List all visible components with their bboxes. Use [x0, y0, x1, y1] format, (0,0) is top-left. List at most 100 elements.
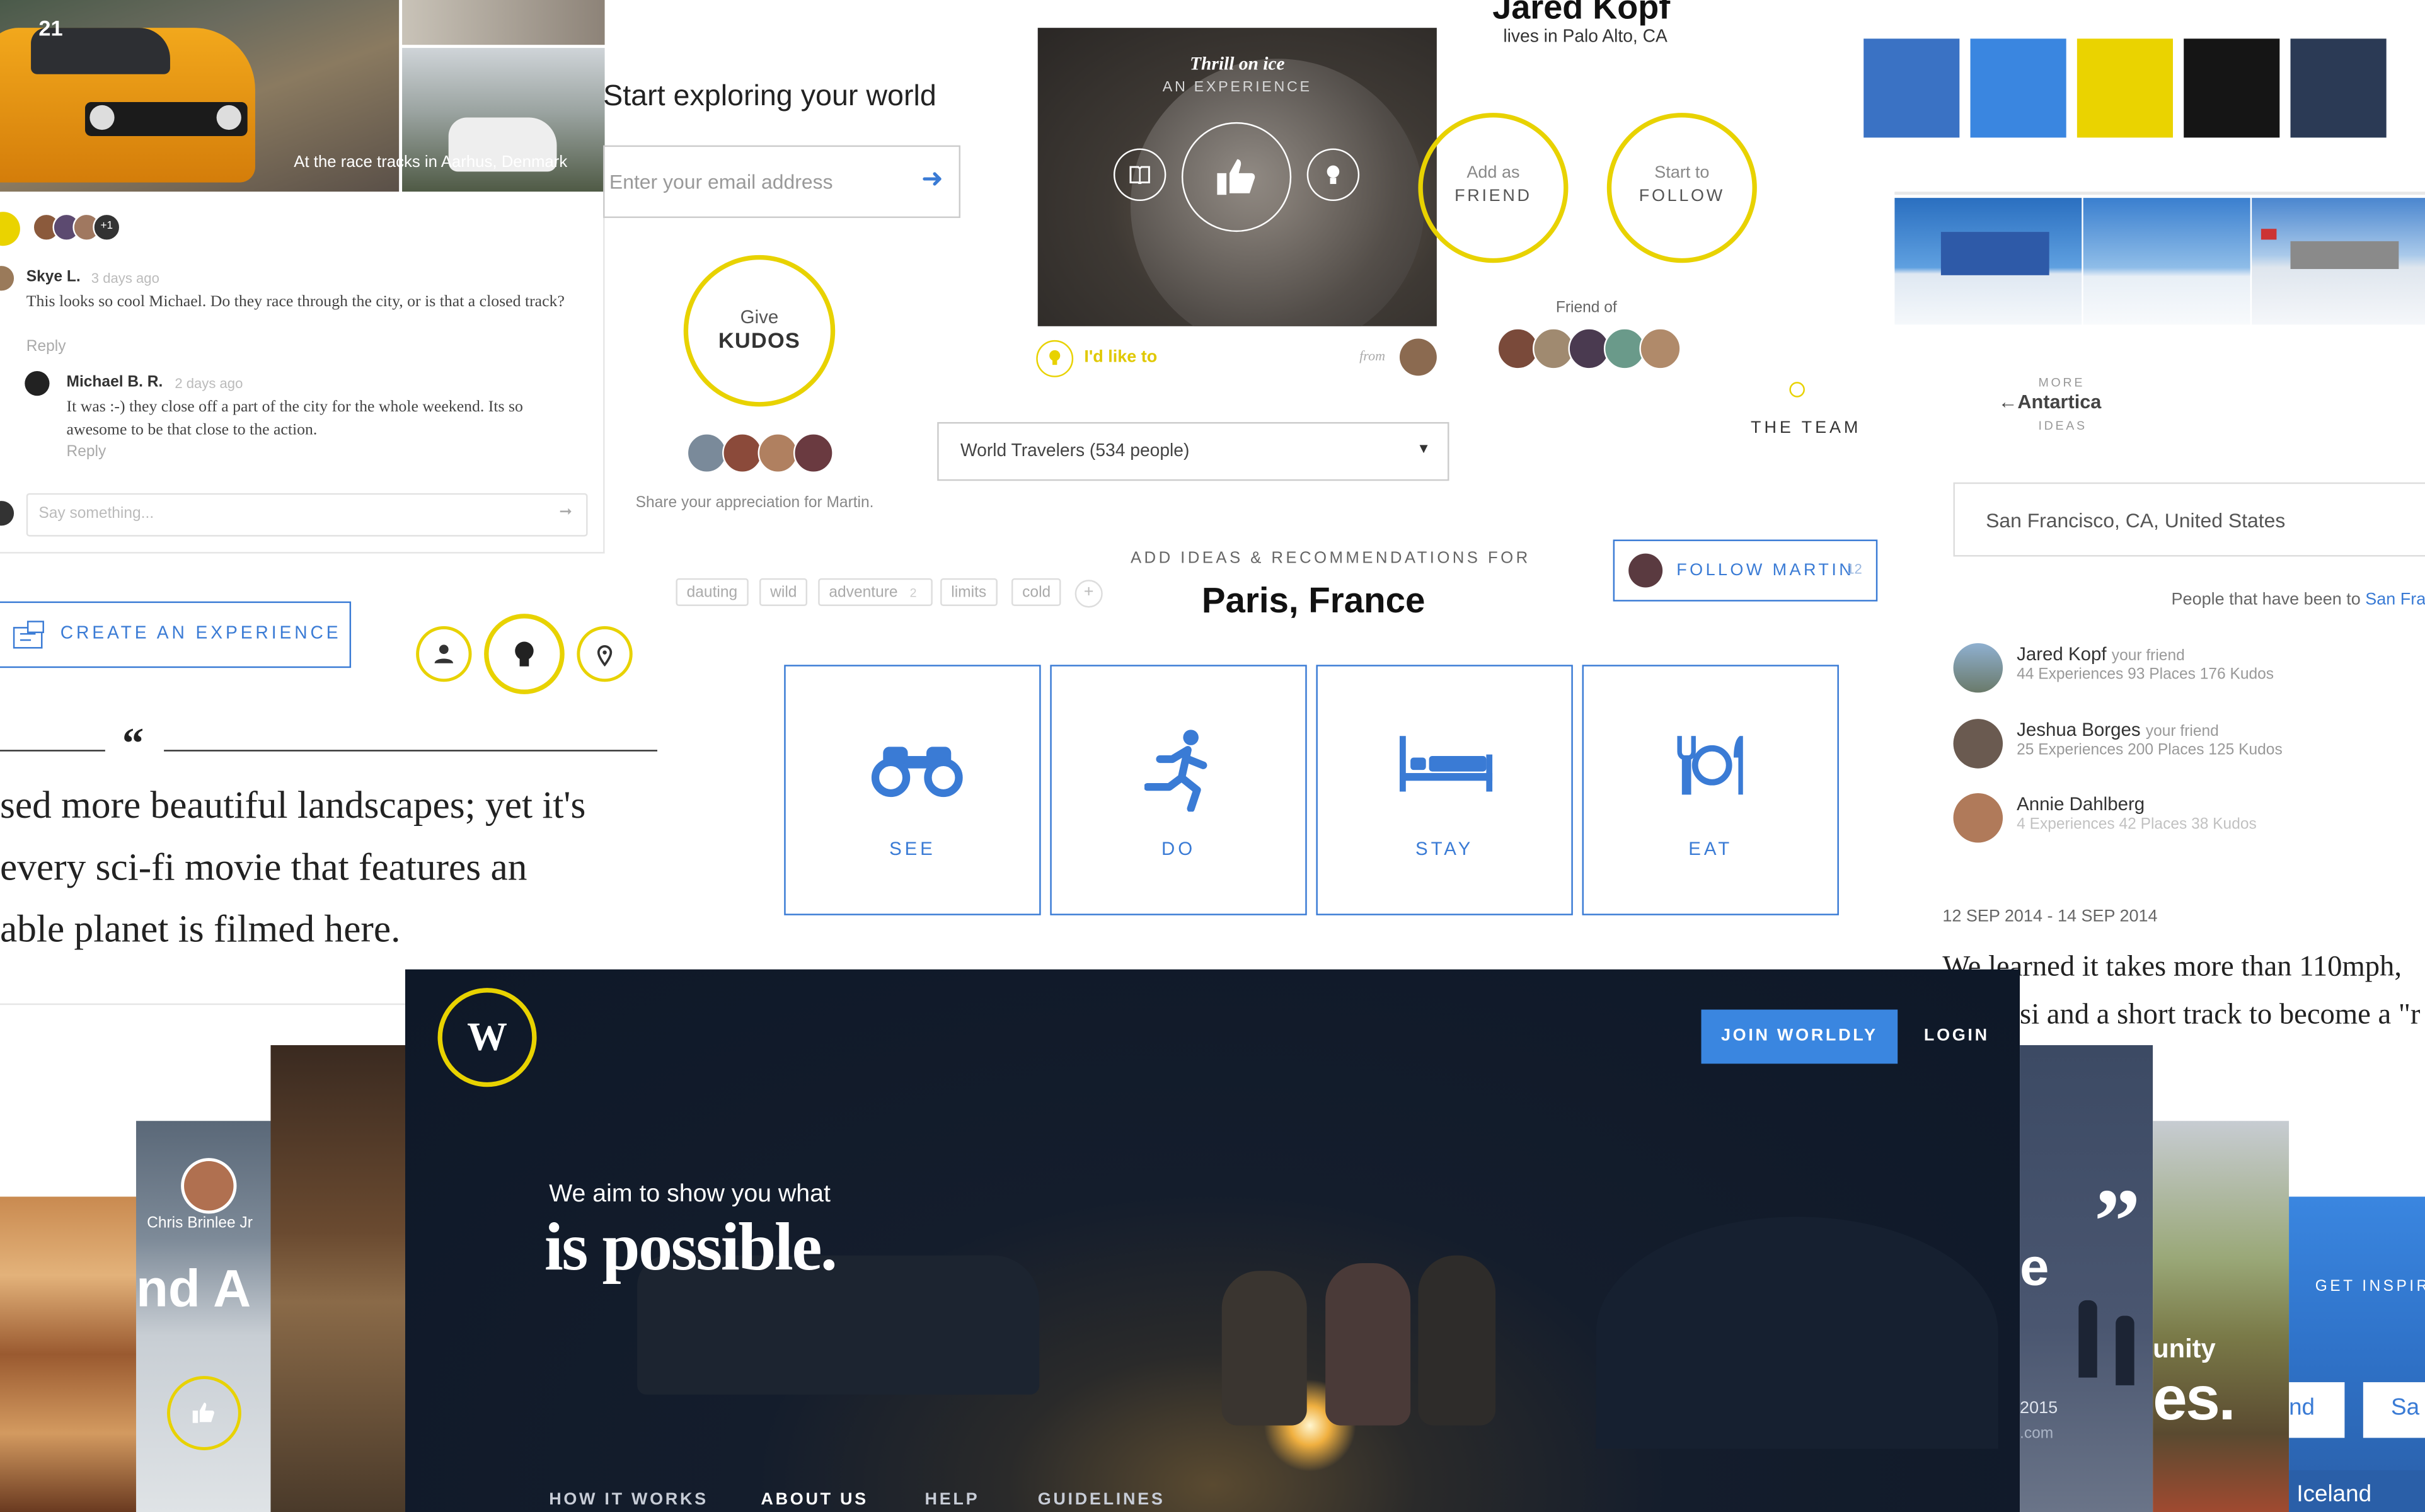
list-item[interactable]: Jared Kopf your friend 44 Experiences 93… — [1953, 643, 2417, 705]
group-select[interactable]: World Travelers (534 people) ▼ — [937, 421, 1449, 481]
category-stay[interactable]: STAY — [1316, 665, 1573, 915]
comment-input[interactable]: Say something... ➞ — [26, 493, 588, 537]
lightbulb-icon — [515, 641, 534, 667]
inspire-option-label: nd — [2289, 1394, 2315, 1421]
map-icon — [13, 621, 44, 649]
more-label: MORE — [2038, 375, 2085, 390]
kudos-label: KUDOS — [718, 328, 801, 353]
comment-author[interactable]: Skye L. — [26, 269, 81, 286]
send-arrow-icon[interactable]: ➞ — [559, 504, 572, 521]
nav-help[interactable]: HELP — [925, 1491, 980, 1509]
antarctica-photo — [2252, 198, 2425, 325]
nav-guidelines[interactable]: GUIDELINES — [1038, 1491, 1165, 1509]
add-friend-button[interactable]: Add as FRIEND — [1418, 113, 1569, 263]
story-year: 2015 — [2020, 1399, 2058, 1418]
worldly-logo[interactable]: W — [437, 988, 537, 1087]
add-ideas-place: Paris, France — [1201, 580, 1426, 621]
team-dot-indicator — [1789, 382, 1805, 398]
inspire-card: GET INSPIR nd Sa Iceland — [2289, 1196, 2425, 1512]
category-eat[interactable]: EAT — [1582, 665, 1839, 915]
flag — [2261, 229, 2277, 240]
quote-line: able planet is filmed here. — [0, 909, 401, 951]
location-link[interactable]: San Fran — [2365, 590, 2425, 609]
like-to-badge[interactable] — [1036, 340, 1074, 377]
hero-person — [1325, 1263, 1411, 1426]
avatar — [0, 501, 14, 526]
create-experience-button[interactable]: CREATE AN EXPERIENCE — [0, 601, 352, 668]
experience-title: Thrill on ice — [1190, 52, 1285, 74]
story-fragment: e — [2020, 1238, 2049, 1297]
email-field[interactable]: Enter your email address ➜ — [603, 145, 960, 219]
list-item[interactable]: Jeshua Borges your friend 25 Experiences… — [1953, 719, 2417, 781]
inspire-option-button[interactable]: nd — [2289, 1382, 2345, 1438]
follow-count: 12 — [1846, 561, 1862, 577]
hero-kicker: We aim to show you what — [549, 1181, 831, 1208]
create-experience-label: CREATE AN EXPERIENCE — [60, 624, 342, 643]
running-person-icon — [1144, 730, 1207, 812]
tag[interactable]: adventure 2 — [818, 578, 933, 607]
hero-person — [1418, 1255, 1496, 1426]
tag[interactable]: wild — [759, 578, 808, 607]
tag[interactable]: cold — [1011, 578, 1062, 607]
reply-link[interactable]: Reply — [26, 338, 66, 355]
landscape-word: unity — [2153, 1334, 2216, 1364]
join-button[interactable]: JOIN WORLDLY — [1701, 1009, 1898, 1064]
antarctica-photo-strip — [1894, 192, 2425, 325]
avatar — [1399, 338, 1437, 376]
avatar — [722, 433, 763, 473]
idea-button[interactable] — [1306, 148, 1360, 202]
comment-author[interactable]: Michael B. R. — [67, 374, 163, 391]
give-kudos-button[interactable]: Give KUDOS — [683, 255, 836, 407]
landscape-card: unity es. — [2153, 1121, 2290, 1512]
tag[interactable]: limits — [940, 578, 998, 607]
tag[interactable]: dauting — [676, 578, 749, 607]
book-button[interactable] — [1113, 148, 1166, 202]
comment-text: This looks so cool Michael. Do they race… — [26, 294, 565, 311]
like-button[interactable] — [0, 212, 20, 246]
profile-filter-button[interactable] — [416, 626, 472, 682]
inspire-option-button[interactable]: Sa — [2363, 1382, 2425, 1438]
login-link[interactable]: LOGIN — [1924, 1027, 1990, 1045]
idea-filter-button[interactable] — [484, 614, 565, 694]
tag-label: adventure — [829, 584, 898, 602]
book-icon — [1129, 166, 1150, 186]
add-ideas-label: ADD IDEAS & RECOMMENDATIONS FOR — [1130, 549, 1531, 568]
team-link[interactable]: THE TEAM — [1751, 419, 1861, 437]
nav-about-us[interactable]: ABOUT US — [761, 1491, 868, 1509]
antarctica-link[interactable]: ←Antartica — [1998, 391, 2102, 413]
add-tag-button[interactable]: + — [1074, 580, 1103, 608]
avatar — [793, 433, 834, 473]
inspire-option-button[interactable]: Iceland — [2289, 1470, 2425, 1512]
story-domain: .com — [2020, 1425, 2054, 1443]
list-item[interactable]: Annie Dahlberg 4 Experiences 42 Places 3… — [1953, 793, 2417, 855]
follow-button[interactable]: Start to FOLLOW — [1606, 113, 1757, 263]
race-photo-top — [402, 0, 605, 45]
follow-martin-label: FOLLOW MARTIN — [1676, 561, 1855, 580]
reply-link[interactable]: Reply — [67, 444, 107, 461]
follow-martin-button[interactable]: FOLLOW MARTIN 12 — [1613, 539, 1878, 602]
person-name: Jeshua Borges — [2017, 719, 2141, 741]
race-number-plate: 21 — [38, 15, 63, 40]
join-label: JOIN WORLDLY — [1720, 1026, 1878, 1045]
avatar — [1639, 328, 1681, 370]
thumbs-up-button[interactable] — [1181, 122, 1292, 232]
location-field[interactable]: San Francisco, CA, United States — [1953, 482, 2425, 557]
binoculars-icon — [871, 747, 963, 798]
like-to-label[interactable]: I'd like to — [1084, 348, 1157, 366]
station-building — [2290, 241, 2399, 270]
avatar-more[interactable]: +1 — [93, 213, 121, 241]
category-do[interactable]: DO — [1050, 665, 1307, 915]
category-see[interactable]: SEE — [784, 665, 1041, 915]
caret-down-icon: ▼ — [1417, 440, 1431, 456]
submit-arrow-icon[interactable]: ➜ — [921, 164, 943, 195]
landscape-word: es. — [2153, 1365, 2236, 1433]
signup-title: Start exploring your world — [603, 80, 936, 113]
thumbs-up-button[interactable] — [167, 1376, 241, 1450]
location-value: San Francisco, CA, United States — [1986, 508, 2286, 532]
quote-mark-large: ” — [2094, 1170, 2141, 1273]
story-card: e 2015 .com — [2020, 1045, 2153, 1512]
comment-time: 2 days ago — [175, 375, 243, 391]
inspire-option-label: Iceland — [2296, 1481, 2372, 1508]
place-filter-button[interactable] — [577, 626, 633, 682]
nav-how-it-works[interactable]: HOW IT WORKS — [549, 1491, 708, 1509]
